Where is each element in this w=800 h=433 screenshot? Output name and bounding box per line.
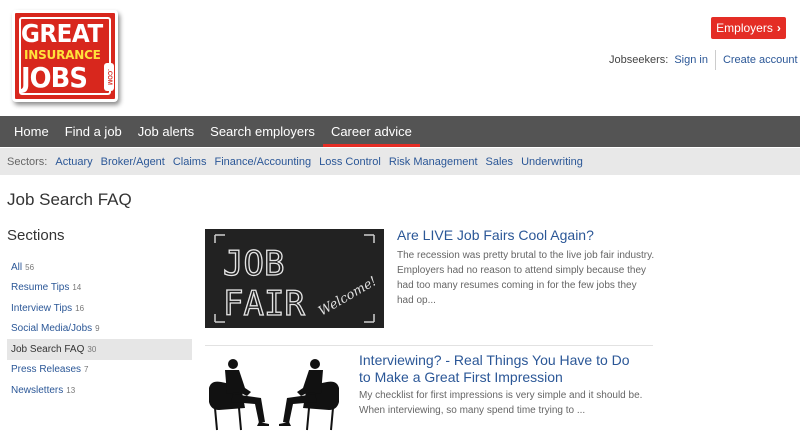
chalk-text-fair: FAIR	[223, 284, 305, 324]
article-title-link[interactable]: Are LIVE Job Fairs Cool Again?	[397, 227, 657, 244]
sector-underwriting[interactable]: Underwriting	[521, 156, 583, 168]
chalk-text-job: JOB	[223, 244, 284, 284]
section-label: Job Search FAQ	[11, 343, 85, 355]
nav-career-advice[interactable]: Career advice	[322, 116, 420, 147]
divider	[714, 50, 716, 70]
logo-line-great: GREAT	[21, 19, 103, 48]
section-newsletters[interactable]: Newsletters 13	[7, 380, 192, 401]
interview-silhouette-illustration	[209, 359, 339, 431]
page-title: Job Search FAQ	[7, 190, 132, 209]
site-logo[interactable]: GREAT INSURANCE JOBS .COM	[12, 10, 118, 102]
sector-actuary[interactable]: Actuary	[55, 156, 92, 168]
section-count: 7	[84, 365, 89, 375]
sector-loss-control[interactable]: Loss Control	[319, 156, 381, 168]
section-count: 13	[66, 385, 76, 395]
section-count: 16	[75, 303, 85, 313]
article-excerpt: The recession was pretty brutal to the l…	[397, 250, 655, 306]
section-label: Press Releases	[11, 364, 82, 376]
section-count: 56	[25, 262, 35, 272]
nav-find-a-job[interactable]: Find a job	[57, 116, 130, 147]
article-image-interview[interactable]	[205, 350, 343, 433]
sector-claims[interactable]: Claims	[173, 156, 207, 168]
section-label: All	[11, 261, 23, 273]
employers-button[interactable]: Employers ›	[711, 17, 786, 39]
section-count: 14	[72, 283, 82, 293]
article-divider	[205, 345, 653, 346]
logo-line-insurance: INSURANCE	[24, 48, 101, 62]
sign-in-link[interactable]: Sign in	[674, 54, 708, 66]
nav-search-employers[interactable]: Search employers	[202, 116, 323, 147]
section-count: 9	[95, 324, 100, 334]
section-social-media-jobs[interactable]: Social Media/Jobs 9	[7, 319, 192, 340]
sectors-label: Sectors:	[7, 155, 48, 168]
chalkboard-illustration: JOB FAIR Welcome!	[205, 229, 384, 328]
create-account-link[interactable]: Create account	[723, 54, 798, 66]
main-nav: Home Find a job Job alerts Search employ…	[0, 116, 800, 147]
jobseekers-label: Jobseekers:	[609, 54, 669, 66]
chevron-right-icon: ›	[776, 21, 781, 35]
section-job-search-faq[interactable]: Job Search FAQ 30	[7, 339, 192, 360]
sections-heading: Sections	[7, 227, 65, 244]
section-interview-tips[interactable]: Interview Tips 16	[7, 298, 192, 319]
jobseekers-links: Jobseekers: Sign in Create account	[609, 50, 798, 70]
logo-tld-tag: .COM	[104, 63, 114, 91]
logo-line-jobs: JOBS	[21, 61, 88, 94]
section-label: Resume Tips	[11, 282, 70, 294]
article-excerpt: My checklist for first impressions is ve…	[359, 390, 643, 416]
article-title-link[interactable]: Interviewing? - Real Things You Have to …	[359, 352, 634, 386]
section-press-releases[interactable]: Press Releases 7	[7, 360, 192, 381]
sections-sidebar: All 56 Resume Tips 14 Interview Tips 16 Soc…	[7, 257, 192, 401]
section-label: Newsletters	[11, 384, 64, 396]
section-label: Social Media/Jobs	[11, 323, 93, 335]
sector-broker-agent[interactable]: Broker/Agent	[101, 156, 165, 168]
sectors-bar: Sectors: Actuary Broker/Agent Claims Fin…	[0, 148, 800, 175]
sector-risk-management[interactable]: Risk Management	[389, 156, 478, 168]
section-resume-tips[interactable]: Resume Tips 14	[7, 278, 192, 299]
logo-tld: .COM	[106, 69, 113, 85]
section-label: Interview Tips	[11, 302, 73, 314]
sector-finance-accounting[interactable]: Finance/Accounting	[214, 156, 311, 168]
nav-job-alerts[interactable]: Job alerts	[130, 116, 202, 147]
employers-button-label: Employers	[716, 21, 773, 35]
section-count: 30	[87, 344, 97, 354]
article-image-job-fair[interactable]: JOB FAIR Welcome!	[205, 229, 384, 328]
nav-home[interactable]: Home	[6, 116, 57, 147]
section-all[interactable]: All 56	[7, 257, 192, 278]
sector-sales[interactable]: Sales	[486, 156, 514, 168]
